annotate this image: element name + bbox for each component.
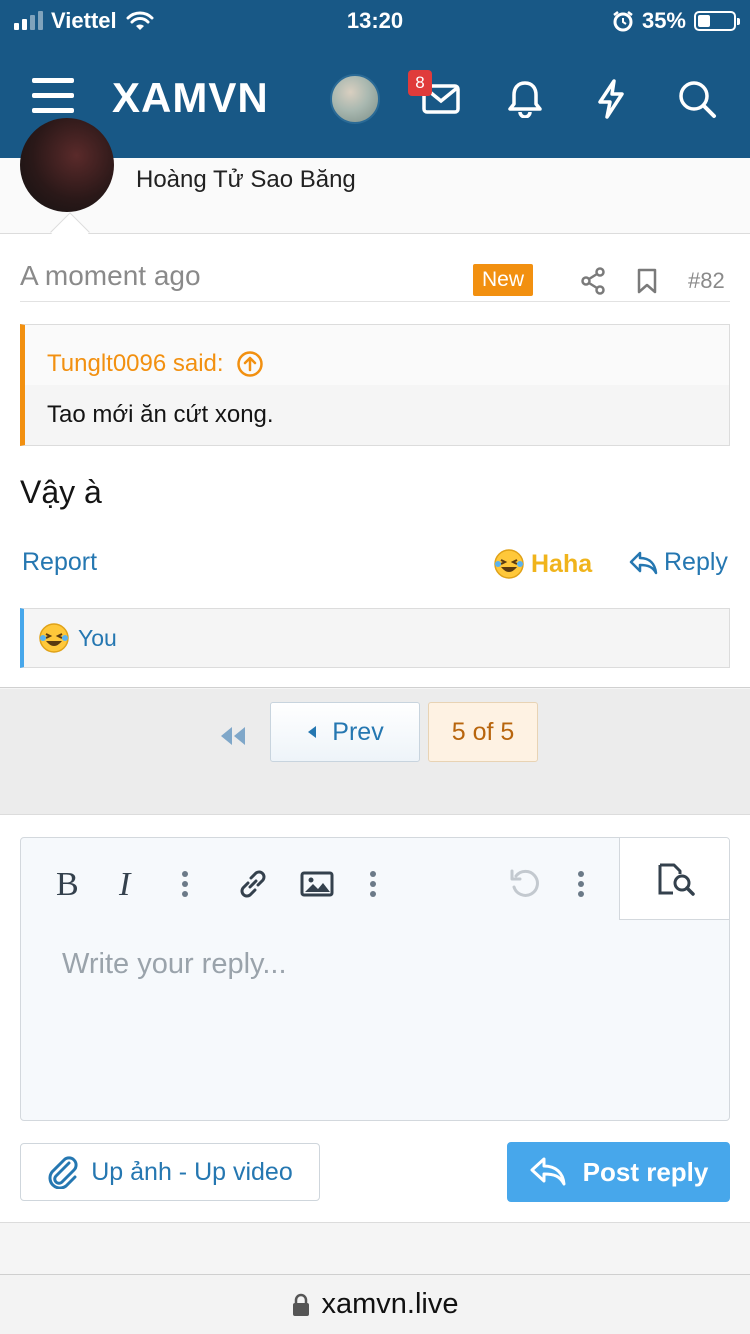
reply-input[interactable] (21, 938, 619, 1108)
undo-icon[interactable] (505, 864, 545, 904)
svg-text:B: B (56, 869, 79, 899)
post-text: Vậy à (20, 474, 102, 510)
reply-icon (629, 551, 658, 574)
haha-reaction-button[interactable]: Haha (493, 548, 592, 580)
caret-left-icon (308, 726, 317, 738)
post-82: A moment ago New #82 Tunglt0096 said: Ta… (0, 234, 750, 688)
inbox-count-badge: 8 (408, 70, 432, 96)
post-reply-label: Post reply (582, 1156, 709, 1187)
link-icon[interactable] (233, 864, 273, 904)
alarm-icon (613, 11, 633, 32)
post-time[interactable]: A moment ago (20, 260, 201, 292)
more-insert-options-icon[interactable] (353, 864, 393, 904)
lock-icon (292, 1293, 309, 1316)
prev-page-button[interactable]: Prev (270, 702, 420, 762)
post-meta: A moment ago (20, 258, 730, 302)
url-domain: xamvn.live (321, 1288, 459, 1320)
battery-level (698, 15, 710, 27)
quote-block: Tunglt0096 said: Tao mới ăn cứt xong. (20, 324, 730, 446)
reply-button[interactable]: Reply (628, 548, 728, 577)
reply-icon (530, 1157, 566, 1186)
status-bar: Viettel 13:20 35% (0, 0, 750, 40)
preview-icon[interactable] (619, 838, 729, 920)
haha-label: Haha (531, 549, 593, 578)
author-name[interactable]: Hoàng Tử Sao Băng (136, 166, 356, 194)
laughing-emoji-icon (39, 623, 69, 653)
page-indicator[interactable]: 5 of 5 (428, 702, 538, 762)
app-header: Viettel 13:20 35% XAMVN 8 (0, 0, 750, 158)
arrow-up-circle-icon[interactable] (236, 350, 264, 378)
more-text-options-icon[interactable] (165, 864, 205, 904)
bookmark-icon[interactable] (630, 264, 664, 298)
account-avatar[interactable] (330, 74, 380, 124)
quote-author[interactable]: Tunglt0096 said: (47, 350, 224, 378)
upload-media-button[interactable]: Up ảnh - Up video (20, 1143, 320, 1201)
italic-icon[interactable]: I (109, 864, 149, 904)
share-icon[interactable] (576, 264, 610, 298)
image-icon[interactable] (297, 864, 337, 904)
first-page-icon[interactable] (216, 719, 250, 753)
quick-reply: B I Up ảnh - Up video Po (0, 815, 750, 1223)
post-number[interactable]: #82 (688, 268, 725, 294)
new-badge: New (473, 264, 533, 296)
battery-percent: 35% (641, 8, 686, 33)
browser-url-bar[interactable]: xamvn.live (0, 1274, 750, 1334)
battery-icon (694, 11, 740, 31)
site-logo[interactable]: XAMVN (112, 74, 269, 122)
bolt-icon[interactable] (588, 76, 634, 122)
reaction-summary[interactable]: You (20, 608, 730, 668)
bell-icon[interactable] (502, 76, 548, 122)
upload-label: Up ảnh - Up video (91, 1157, 293, 1186)
bold-icon[interactable]: B (47, 864, 87, 904)
more-options-icon[interactable] (561, 864, 601, 904)
quote-header[interactable]: Tunglt0096 said: (25, 325, 729, 385)
svg-text:I: I (118, 869, 132, 899)
quote-text: Tao mới ăn cứt xong. (47, 401, 274, 428)
prev-label: Prev (332, 717, 384, 746)
laughing-emoji-icon (494, 549, 524, 579)
reaction-user[interactable]: You (78, 625, 117, 652)
paperclip-icon (48, 1156, 78, 1189)
reply-editor: B I (20, 837, 730, 1121)
author-strip: Hoàng Tử Sao Băng (0, 118, 750, 252)
post-reply-button[interactable]: Post reply (507, 1142, 730, 1202)
search-icon[interactable] (674, 76, 720, 122)
reply-label: Reply (664, 548, 728, 576)
pagination: Prev 5 of 5 (0, 689, 750, 815)
author-avatar[interactable] (20, 118, 114, 212)
report-link[interactable]: Report (22, 548, 97, 577)
menu-icon[interactable] (32, 78, 76, 116)
